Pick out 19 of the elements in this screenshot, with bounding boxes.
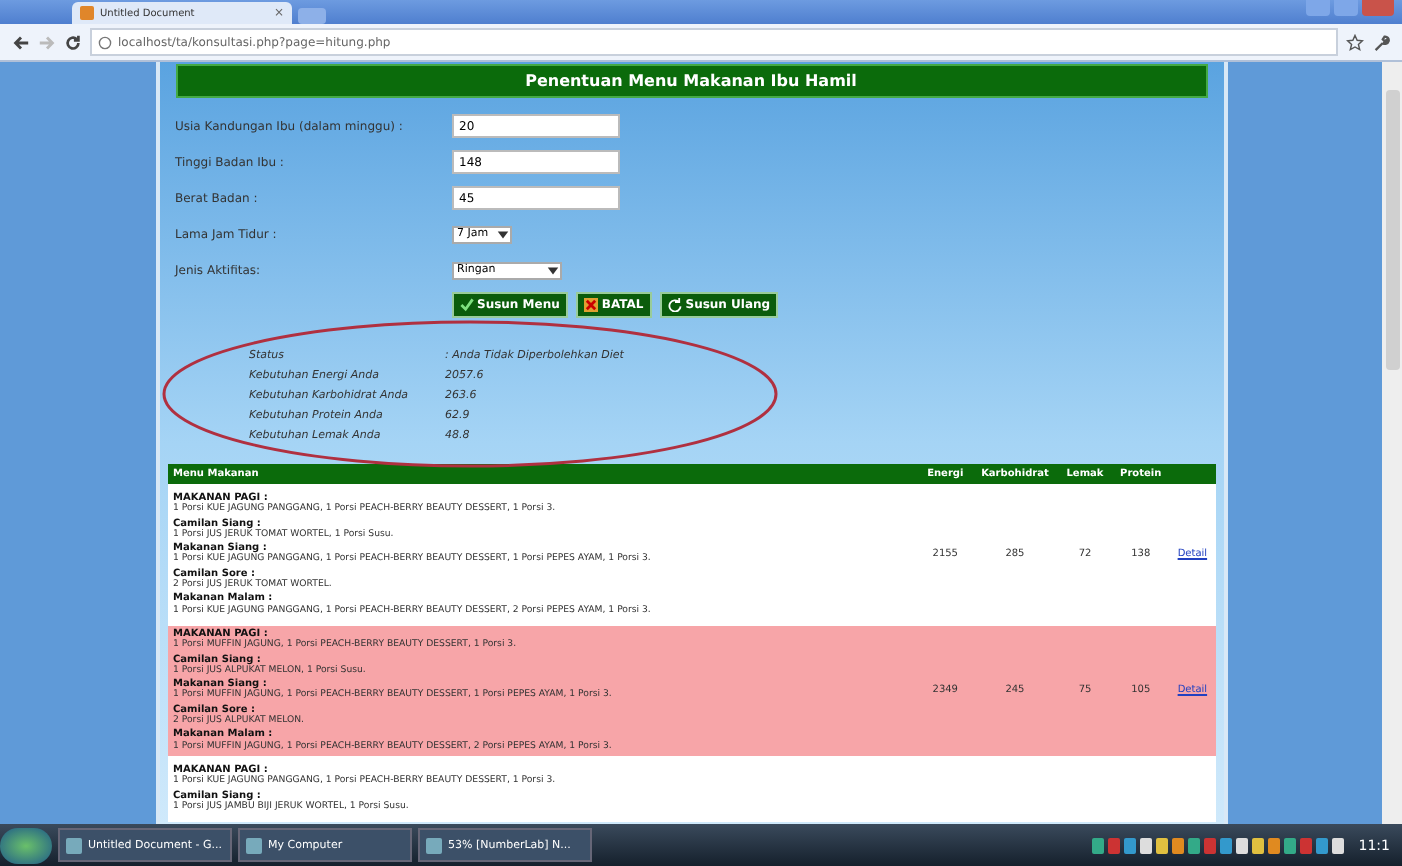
scrollbar[interactable] bbox=[1382, 62, 1402, 824]
start-button[interactable] bbox=[0, 827, 52, 863]
new-tab-button[interactable] bbox=[298, 8, 326, 24]
minimize-button[interactable] bbox=[1306, 0, 1330, 16]
maximize-button[interactable] bbox=[1334, 0, 1358, 16]
star-icon[interactable] bbox=[1346, 33, 1364, 51]
wrench-icon[interactable] bbox=[1372, 33, 1390, 51]
dropdown-arrow-icon bbox=[495, 227, 509, 241]
back-icon[interactable] bbox=[12, 33, 30, 51]
page-icon bbox=[80, 6, 94, 20]
page-title: Penentuan Menu Makanan Ibu Hamil bbox=[175, 64, 1207, 98]
dropdown-arrow-icon bbox=[545, 263, 559, 277]
globe-icon bbox=[98, 35, 112, 49]
refresh-icon bbox=[667, 298, 682, 312]
reload-icon[interactable] bbox=[64, 33, 82, 51]
cross-icon bbox=[583, 298, 598, 312]
forward-icon[interactable] bbox=[38, 33, 56, 51]
close-button[interactable] bbox=[1362, 0, 1394, 16]
checkmark-icon bbox=[459, 298, 473, 312]
